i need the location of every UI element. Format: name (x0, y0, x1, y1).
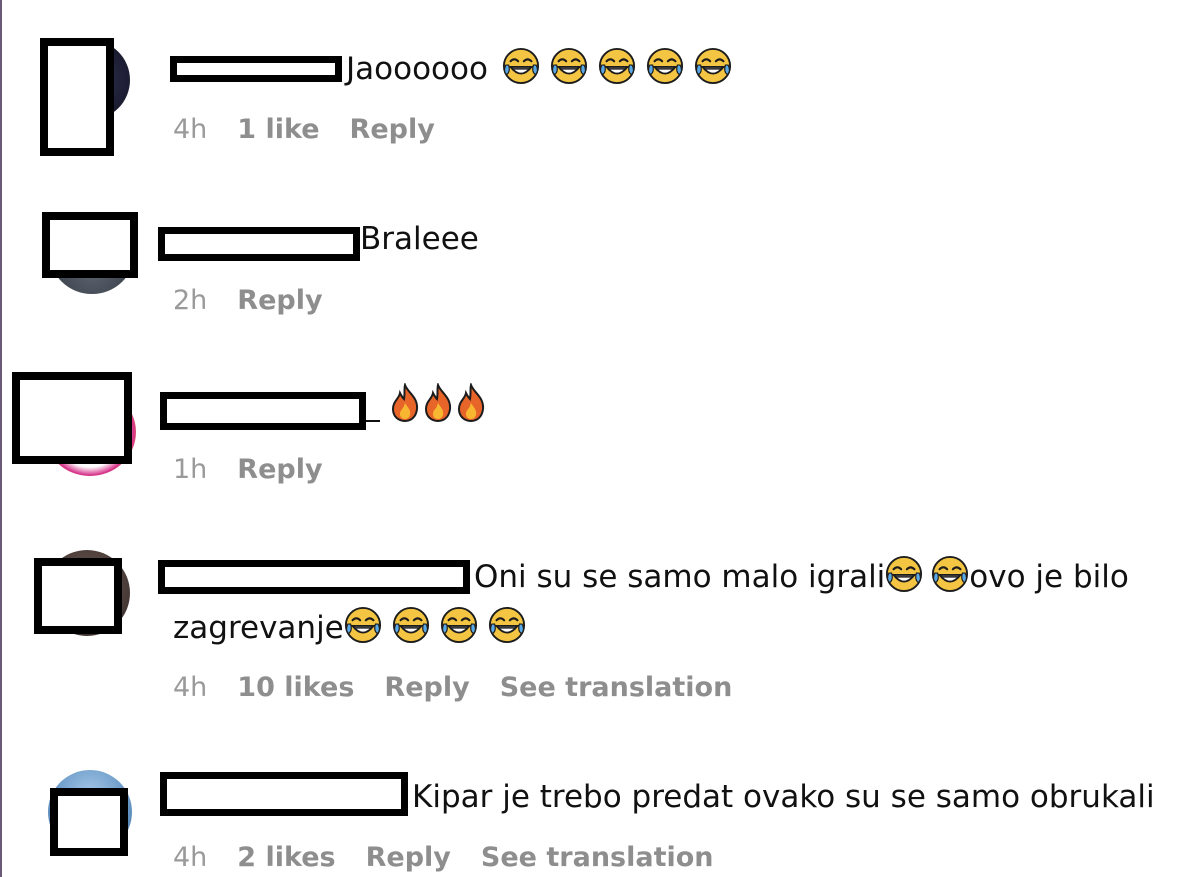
comment-time: 4h (173, 672, 208, 703)
face-with-tears-of-joy-icon (344, 606, 382, 644)
fire-icon (390, 383, 420, 423)
avatar-redaction (12, 372, 132, 464)
comment-item: Oni su se samo malo igrali ovo je bilo za… (0, 530, 1200, 750)
comment-text: Oni su se samo malo igrali ovo je bilo (474, 552, 1129, 602)
reply-button[interactable]: Reply (384, 672, 469, 703)
face-with-tears-of-joy-icon (646, 47, 684, 85)
comment-meta: 1h Reply (173, 454, 353, 485)
face-with-tears-of-joy-icon (694, 47, 732, 85)
see-translation-button[interactable]: See translation (500, 672, 733, 703)
comment-meta: 4h 2 likes Reply See translation (173, 842, 714, 873)
comment-time: 4h (173, 114, 208, 145)
comment-item: Kipar je trebo predat ovako su se samo o… (0, 750, 1200, 877)
username-redaction[interactable] (160, 772, 408, 816)
reply-button[interactable]: Reply (237, 454, 322, 485)
face-with-tears-of-joy-icon (392, 606, 430, 644)
comment-text: Braleee (360, 221, 479, 257)
face-with-tears-of-joy-icon (440, 606, 478, 644)
face-with-tears-of-joy-icon (885, 555, 923, 593)
face-with-tears-of-joy-icon (550, 47, 588, 85)
comment-text: Kipar je trebo predat ovako su se samo o… (412, 779, 1155, 815)
face-with-tears-of-joy-icon (598, 47, 636, 85)
see-translation-button[interactable]: See translation (481, 842, 714, 873)
avatar-redaction (34, 558, 122, 634)
username-redaction[interactable] (158, 560, 470, 594)
comment-time: 2h (173, 285, 208, 316)
comment-time: 1h (173, 454, 208, 485)
face-with-tears-of-joy-icon (931, 555, 969, 593)
reply-button[interactable]: Reply (350, 114, 435, 145)
username-redaction[interactable] (158, 227, 360, 261)
comment-text (390, 382, 486, 432)
comment-meta: 4h 10 likes Reply See translation (173, 672, 732, 703)
face-with-tears-of-joy-icon (502, 47, 540, 85)
likes-count[interactable]: 10 likes (237, 672, 354, 703)
fire-icon (423, 383, 453, 423)
comment-meta: 4h 1 like Reply (173, 114, 465, 145)
face-with-tears-of-joy-icon (488, 606, 526, 644)
comment-item: Braleee 2h Reply (0, 170, 1200, 340)
avatar-redaction (42, 212, 138, 278)
likes-count[interactable]: 1 like (237, 114, 319, 145)
comment-time: 4h (173, 842, 208, 873)
likes-count[interactable]: 2 likes (237, 842, 335, 873)
avatar-redaction (50, 788, 128, 856)
comment-item: 1h Reply (0, 340, 1200, 530)
reply-button[interactable]: Reply (237, 285, 322, 316)
username-redaction[interactable] (160, 392, 366, 430)
comment-meta: 2h Reply (173, 285, 353, 316)
reply-button[interactable]: Reply (366, 842, 451, 873)
comment-item: Jaoooooo 4h 1 like Reply (0, 0, 1200, 170)
avatar-redaction (40, 38, 114, 156)
username-redaction[interactable] (170, 56, 342, 82)
fire-icon (456, 383, 486, 423)
comment-text-line2: zagrevanje (173, 603, 526, 653)
username-underscore (366, 420, 380, 422)
comment-text: Jaoooooo (346, 44, 732, 94)
